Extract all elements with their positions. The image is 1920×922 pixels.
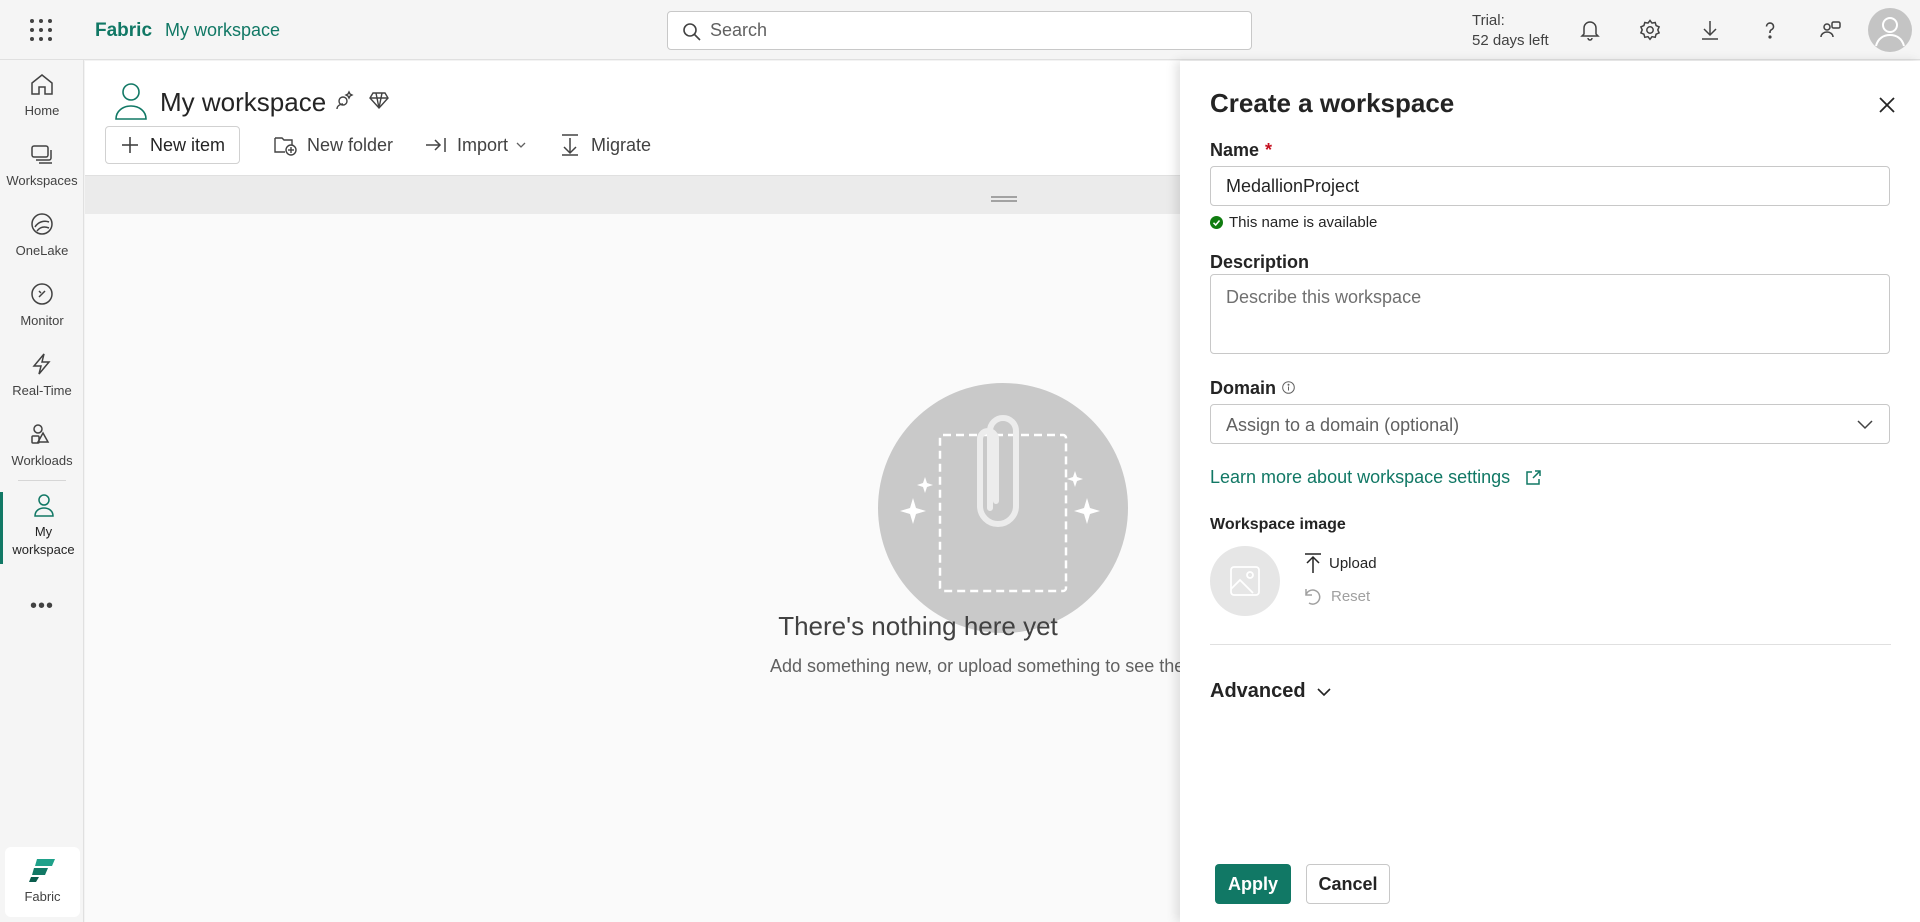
- nav-item-real-time[interactable]: Real-Time: [0, 351, 84, 400]
- checkmark-circle-icon: [1210, 216, 1223, 229]
- fabric-experience-switcher[interactable]: Fabric: [5, 847, 80, 917]
- workspace-name-input[interactable]: [1210, 166, 1890, 206]
- new-folder-label: New folder: [307, 134, 394, 155]
- nav-item-workloads[interactable]: Workloads: [0, 421, 84, 470]
- learn-more-text: Learn more about workspace settings: [1210, 467, 1511, 487]
- workspaces-icon: [31, 145, 52, 164]
- premium-diamond-icon[interactable]: [368, 89, 390, 111]
- upload-icon: [1305, 553, 1321, 573]
- onelake-icon: [31, 213, 53, 235]
- name-label-text: Name: [1210, 140, 1260, 160]
- new-folder-icon: [274, 137, 297, 156]
- learn-more-link[interactable]: Learn more about workspace settings: [1210, 467, 1542, 488]
- nav-label-onelake: OneLake: [15, 243, 69, 258]
- panel-title: Create a workspace: [1210, 88, 1455, 118]
- search-input[interactable]: [710, 12, 1240, 49]
- cancel-button[interactable]: Cancel: [1306, 864, 1390, 904]
- apply-button[interactable]: Apply: [1215, 864, 1291, 904]
- external-link-icon: [1526, 469, 1541, 485]
- help-icon[interactable]: [1758, 18, 1782, 42]
- nav-item-home[interactable]: Home: [0, 71, 84, 120]
- lightning-icon: [32, 353, 51, 375]
- import-icon: [426, 138, 446, 152]
- trial-status[interactable]: Trial: 52 days left: [1472, 11, 1549, 51]
- migrate-label: Migrate: [591, 134, 652, 155]
- home-icon: [31, 74, 53, 95]
- info-icon[interactable]: [1282, 381, 1295, 394]
- page-title: My workspace: [160, 87, 327, 117]
- nav-item-monitor[interactable]: Monitor: [0, 281, 84, 330]
- chevron-down-icon: [1857, 420, 1873, 430]
- name-availability-status: This name is available: [1210, 214, 1377, 231]
- import-label: Import: [457, 134, 509, 155]
- migrate-button[interactable]: Migrate: [559, 126, 651, 164]
- availability-text: This name is available: [1229, 214, 1378, 231]
- brand-name[interactable]: Fabric: [95, 20, 152, 42]
- close-icon[interactable]: [1878, 96, 1896, 114]
- description-textarea[interactable]: [1210, 274, 1890, 354]
- download-icon[interactable]: [1698, 18, 1722, 42]
- domain-dropdown-value: Assign to a domain (optional): [1226, 415, 1460, 435]
- workloads-icon: [31, 424, 50, 444]
- import-button[interactable]: Import: [425, 126, 526, 164]
- section-divider: [1210, 644, 1891, 645]
- undo-icon: [1305, 589, 1321, 605]
- empty-state-illustration: [878, 383, 1128, 633]
- search-icon: [683, 23, 701, 41]
- nav-divider: [18, 480, 66, 481]
- fabric-tile-label: Fabric: [24, 889, 61, 904]
- breadcrumb-my-workspace[interactable]: My workspace: [165, 20, 280, 41]
- chevron-down-icon: [516, 142, 526, 148]
- monitor-icon: [31, 283, 53, 305]
- left-navigation: Home Workspaces OneLake Monitor Real-Tim…: [0, 60, 84, 922]
- upload-button[interactable]: Upload: [1304, 552, 1377, 574]
- notifications-bell-icon[interactable]: [1578, 18, 1602, 42]
- share-feedback-icon[interactable]: [1818, 18, 1842, 42]
- trial-days-left: 52 days left: [1472, 32, 1549, 49]
- reset-button[interactable]: Reset: [1304, 587, 1370, 605]
- app-launcher-icon[interactable]: [29, 18, 53, 42]
- image-icon: [1230, 566, 1260, 596]
- nav-label-real-time: Real-Time: [12, 383, 72, 398]
- advanced-label: Advanced: [1210, 680, 1306, 702]
- workspace-image-placeholder: [1210, 546, 1280, 616]
- nav-item-my-workspace[interactable]: My workspace: [0, 492, 84, 564]
- plus-icon: [122, 137, 138, 153]
- nav-item-workspaces[interactable]: Workspaces: [0, 141, 84, 190]
- chevron-down-icon: [1317, 687, 1331, 696]
- new-item-label: New item: [150, 134, 226, 155]
- nav-label-my-workspace: My workspace: [12, 524, 75, 557]
- person-icon: [33, 494, 54, 517]
- advanced-section-toggle[interactable]: Advanced: [1210, 680, 1332, 703]
- empty-state-subtitle: Add something new, or upload something t…: [770, 656, 1191, 676]
- nav-item-onelake[interactable]: OneLake: [0, 211, 84, 260]
- domain-dropdown[interactable]: Assign to a domain (optional): [1210, 404, 1890, 444]
- new-item-button[interactable]: New item: [105, 126, 241, 164]
- domain-label: Domain: [1210, 378, 1277, 398]
- description-label: Description: [1210, 252, 1310, 272]
- resize-handle-icon[interactable]: [990, 195, 1018, 203]
- search-box[interactable]: [667, 11, 1252, 50]
- name-label: Name *: [1210, 140, 1272, 161]
- nav-label-monitor: Monitor: [20, 313, 64, 328]
- settings-gear-icon[interactable]: [1638, 18, 1662, 42]
- nav-label-workspaces: Workspaces: [6, 173, 78, 188]
- workspace-image-label: Workspace image: [1210, 516, 1346, 533]
- migrate-icon: [562, 134, 578, 156]
- workspace-person-icon: [113, 81, 149, 121]
- nav-label-workloads: Workloads: [11, 453, 73, 468]
- workspace-settings-icon[interactable]: [334, 89, 356, 111]
- reset-label: Reset: [1331, 587, 1371, 605]
- create-workspace-panel: Create a workspace Name* This name is av…: [1180, 61, 1920, 922]
- top-bar: Fabric My workspace Trial: 52 days left: [0, 0, 1920, 60]
- trial-label: Trial:: [1472, 12, 1505, 29]
- user-avatar[interactable]: [1868, 8, 1912, 52]
- new-folder-button[interactable]: New folder: [273, 126, 393, 164]
- fabric-logo-icon: [28, 859, 55, 882]
- workspace-header: My workspace New item New folder Import …: [85, 61, 1181, 176]
- nav-label-home: Home: [24, 103, 60, 118]
- required-asterisk: *: [1265, 140, 1273, 160]
- upload-label: Upload: [1329, 554, 1377, 572]
